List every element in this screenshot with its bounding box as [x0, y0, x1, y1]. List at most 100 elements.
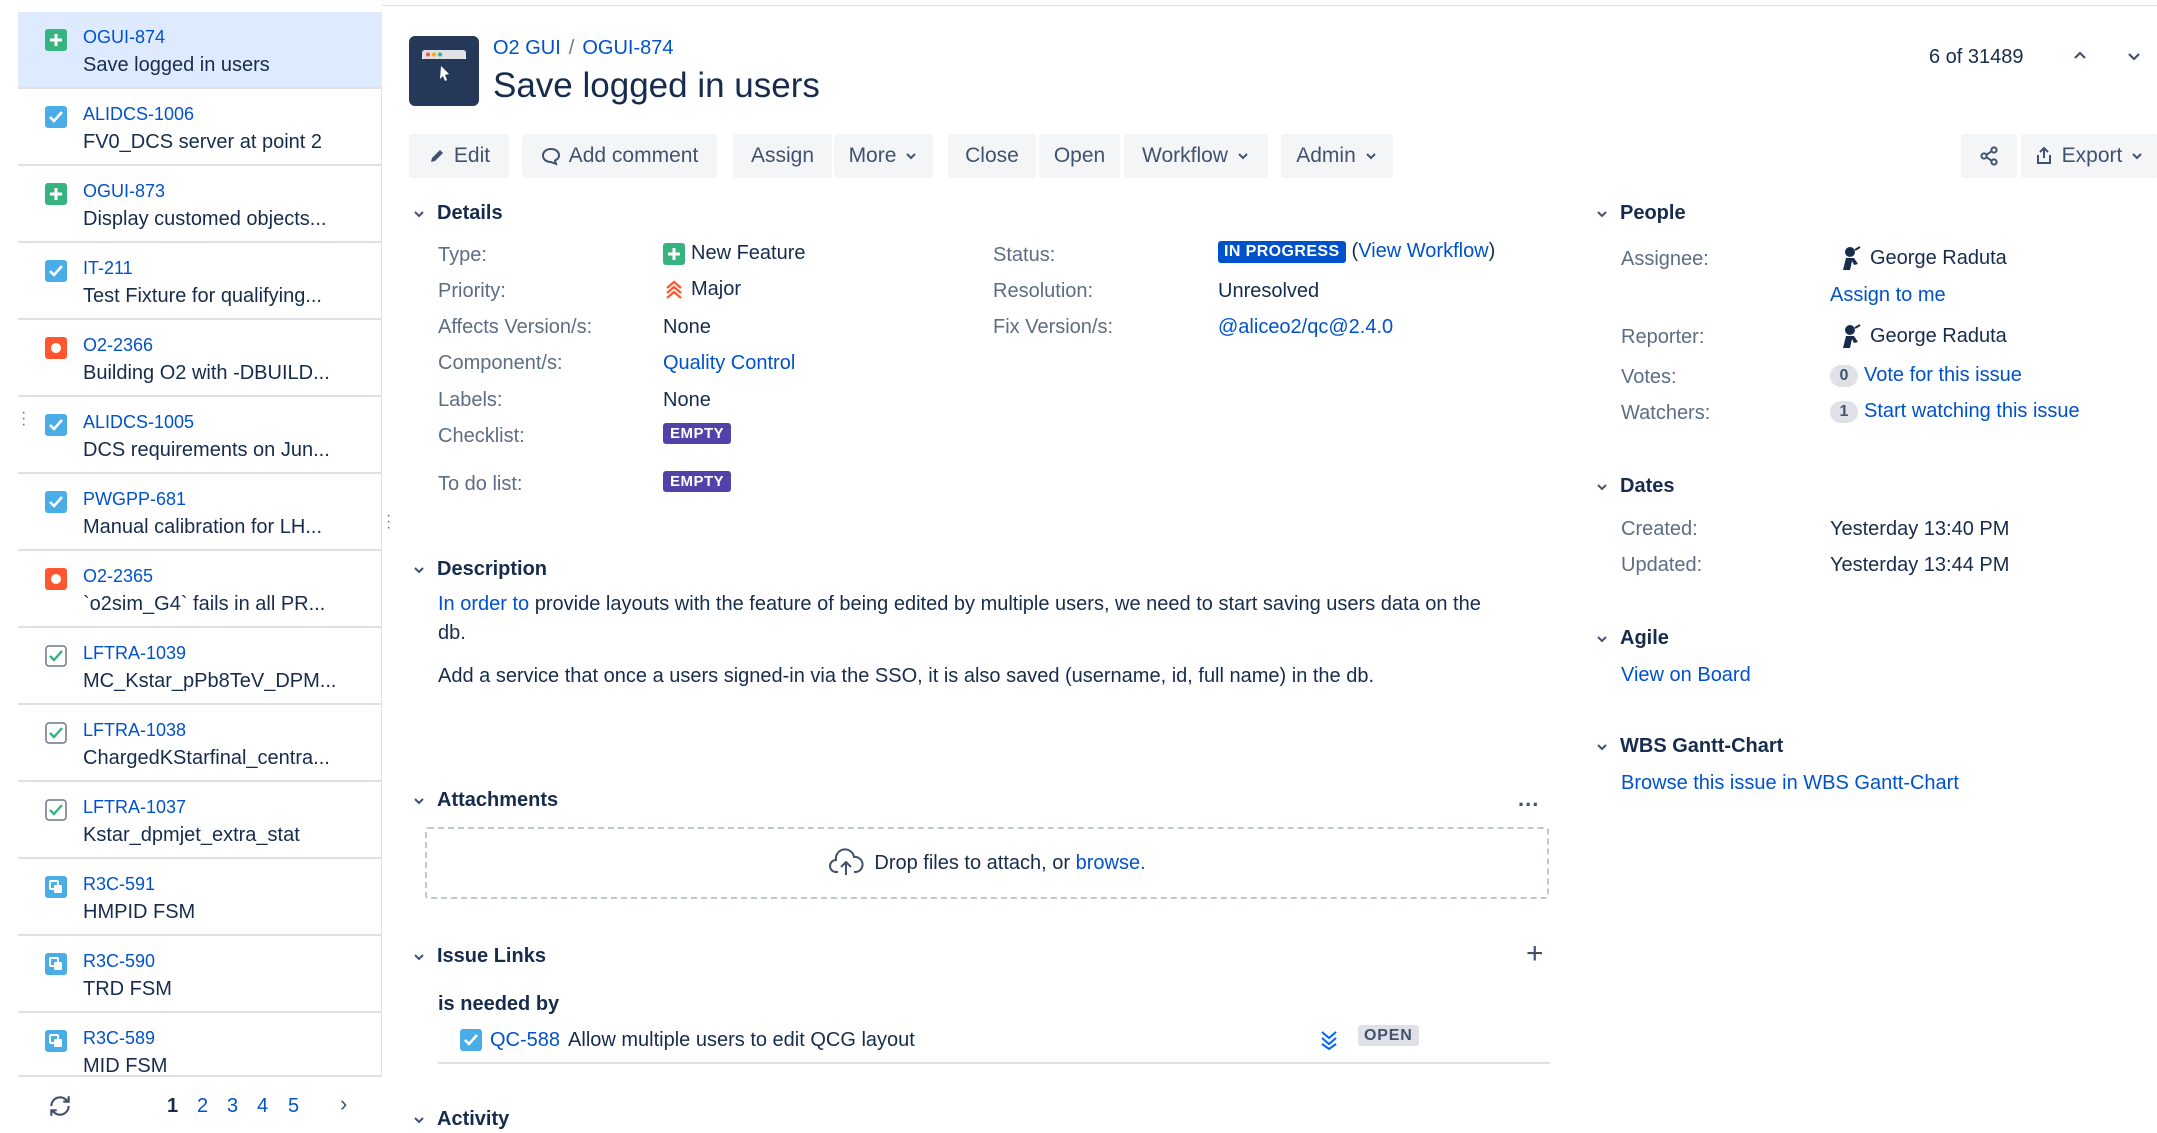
issue-summary[interactable]: HMPID FSM [83, 901, 373, 924]
wbs-section-toggle[interactable]: WBS Gantt-Chart [1591, 735, 1783, 758]
issue-key[interactable]: R3C-591 [83, 874, 155, 895]
issue-list-item[interactable]: R3C-589 MID FSM [18, 1013, 382, 1075]
issue-title[interactable]: Save logged in users [493, 66, 820, 106]
issue-summary[interactable]: `o2sim_G4` fails in all PR... [83, 593, 373, 616]
issue-list-item[interactable]: O2-2365 `o2sim_G4` fails in all PR... [18, 551, 382, 628]
issue-key[interactable]: OGUI-874 [83, 27, 165, 48]
people-section-toggle[interactable]: People [1591, 202, 1686, 225]
issue-key[interactable]: LFTRA-1037 [83, 797, 186, 818]
page-2-link[interactable]: 2 [197, 1095, 208, 1118]
export-dropdown[interactable]: Export [2021, 134, 2157, 178]
linked-issue-summary[interactable]: Allow multiple users to edit QCG layout [568, 1029, 915, 1052]
issue-list-item[interactable]: IT-211 Test Fixture for qualifying... [18, 243, 382, 320]
issue-list-item[interactable]: ALIDCS-1006 FV0_DCS server at point 2 [18, 89, 382, 166]
watch-link[interactable]: Start watching this issue [1864, 400, 2080, 423]
page-3-link[interactable]: 3 [227, 1095, 238, 1118]
view-workflow-link[interactable]: View Workflow [1358, 240, 1488, 263]
issue-key[interactable]: LFTRA-1038 [83, 720, 186, 741]
page-4-link[interactable]: 4 [257, 1095, 268, 1118]
edit-button[interactable]: Edit [409, 134, 509, 178]
refresh-icon[interactable] [47, 1093, 73, 1119]
open-issue-button[interactable]: Open [1039, 134, 1120, 178]
assignee-value[interactable]: George Raduta [1836, 244, 2007, 272]
panel-resize-handle[interactable]: · · · [386, 508, 391, 536]
issue-list-item[interactable]: OGUI-874 Save logged in users [18, 12, 382, 89]
issue-summary[interactable]: DCS requirements on Jun... [83, 439, 373, 462]
issue-list-item[interactable]: OGUI-873 Display customed objects... [18, 166, 382, 243]
linked-issue-key[interactable]: QC-588 [490, 1029, 560, 1052]
issue-summary[interactable]: MC_Kstar_pPb8TeV_DPM... [83, 670, 373, 693]
next-page-button[interactable]: › [340, 1091, 347, 1117]
add-link-button[interactable]: + [1526, 939, 1544, 969]
project-avatar[interactable] [409, 36, 479, 106]
dates-section-toggle[interactable]: Dates [1591, 475, 1674, 498]
issue-key[interactable]: O2-2366 [83, 335, 153, 356]
agile-section-toggle[interactable]: Agile [1591, 627, 1669, 650]
issue-list-item[interactable]: LFTRA-1037 Kstar_dpmjet_extra_stat [18, 782, 382, 859]
issue-key[interactable]: OGUI-873 [83, 181, 165, 202]
issue-summary[interactable]: Kstar_dpmjet_extra_stat [83, 824, 373, 847]
fix-version-link[interactable]: @aliceo2/qc@2.4.0 [1218, 316, 1393, 339]
description-paragraph-2[interactable]: Add a service that once a users signed-i… [438, 662, 1488, 691]
list-resize-handle[interactable]: · · · [21, 405, 26, 433]
linked-issue-row[interactable]: QC-588 Allow multiple users to edit QCG … [460, 1027, 915, 1053]
close-issue-button[interactable]: Close [948, 134, 1036, 178]
issue-list-item[interactable]: PWGPP-681 Manual calibration for LH... [18, 474, 382, 551]
description-paragraph-1[interactable]: In order to provide layouts with the fea… [438, 590, 1488, 648]
issue-summary[interactable]: MID FSM [83, 1055, 373, 1075]
issue-key[interactable]: ALIDCS-1005 [83, 412, 194, 433]
assign-button[interactable]: Assign [733, 134, 832, 178]
wbs-gantt-link[interactable]: Browse this issue in WBS Gantt-Chart [1621, 772, 1959, 795]
component-link[interactable]: Quality Control [663, 352, 795, 375]
attachments-section-toggle[interactable]: Attachments [408, 789, 558, 812]
workflow-dropdown[interactable]: Workflow [1124, 134, 1268, 178]
page-5-link[interactable]: 5 [288, 1095, 299, 1118]
issue-summary[interactable]: FV0_DCS server at point 2 [83, 131, 373, 154]
issue-key[interactable]: O2-2365 [83, 566, 153, 587]
more-dropdown[interactable]: More [834, 134, 933, 178]
issue-key[interactable]: R3C-589 [83, 1028, 155, 1049]
breadcrumb-project-link[interactable]: O2 GUI [493, 37, 561, 59]
issue-links-section-toggle[interactable]: Issue Links [408, 945, 546, 968]
issue-summary[interactable]: Test Fixture for qualifying... [83, 285, 373, 308]
breadcrumb-issue-link[interactable]: OGUI-874 [582, 37, 673, 59]
subtask-icon [45, 799, 67, 821]
page-1-link[interactable]: 1 [167, 1095, 178, 1118]
attachment-dropzone[interactable]: Drop files to attach, or browse. [425, 827, 1549, 899]
issue-summary[interactable]: Save logged in users [83, 54, 373, 77]
issue-summary[interactable]: Display customed objects... [83, 208, 373, 231]
issue-summary[interactable]: Building O2 with -DBUILD... [83, 362, 373, 385]
activity-section-toggle[interactable]: Activity [408, 1108, 509, 1131]
vote-link[interactable]: Vote for this issue [1864, 364, 2022, 387]
description-inline-link[interactable]: In order to [438, 593, 529, 615]
checklist-value[interactable]: EMPTY [663, 423, 732, 444]
issue-list-item[interactable]: R3C-591 HMPID FSM [18, 859, 382, 936]
assign-to-me-link[interactable]: Assign to me [1830, 284, 1946, 307]
issue-list-item[interactable]: LFTRA-1039 MC_Kstar_pPb8TeV_DPM... [18, 628, 382, 705]
issue-summary[interactable]: TRD FSM [83, 978, 373, 1001]
todo-list-value[interactable]: EMPTY [663, 471, 732, 492]
issue-key[interactable]: LFTRA-1039 [83, 643, 186, 664]
issue-list-item[interactable]: R3C-590 TRD FSM [18, 936, 382, 1013]
issue-key[interactable]: R3C-590 [83, 951, 155, 972]
browse-files-link[interactable]: browse. [1076, 852, 1146, 874]
issue-summary[interactable]: ChargedKStarfinal_centra... [83, 747, 373, 770]
share-button[interactable] [1961, 134, 2017, 178]
attachments-more-button[interactable]: ... [1518, 786, 1539, 812]
issue-list-item[interactable]: O2-2366 Building O2 with -DBUILD... [18, 320, 382, 397]
description-section-toggle[interactable]: Description [408, 558, 547, 581]
issue-summary[interactable]: Manual calibration for LH... [83, 516, 373, 539]
issue-key[interactable]: PWGPP-681 [83, 489, 186, 510]
issue-list-item[interactable]: ALIDCS-1005 DCS requirements on Jun... [18, 397, 382, 474]
admin-dropdown[interactable]: Admin [1281, 134, 1393, 178]
issue-key[interactable]: ALIDCS-1006 [83, 104, 194, 125]
issue-key[interactable]: IT-211 [83, 258, 133, 279]
previous-issue-button[interactable] [2066, 42, 2094, 70]
add-comment-button[interactable]: Add comment [522, 134, 717, 178]
issue-list-item[interactable]: LFTRA-1038 ChargedKStarfinal_centra... [18, 705, 382, 782]
reporter-value[interactable]: George Raduta [1836, 322, 2007, 350]
details-section-toggle[interactable]: Details [408, 202, 503, 225]
next-issue-button[interactable] [2120, 42, 2148, 70]
view-on-board-link[interactable]: View on Board [1621, 664, 1751, 687]
dropzone-text: Drop files to attach, or [874, 851, 1071, 874]
